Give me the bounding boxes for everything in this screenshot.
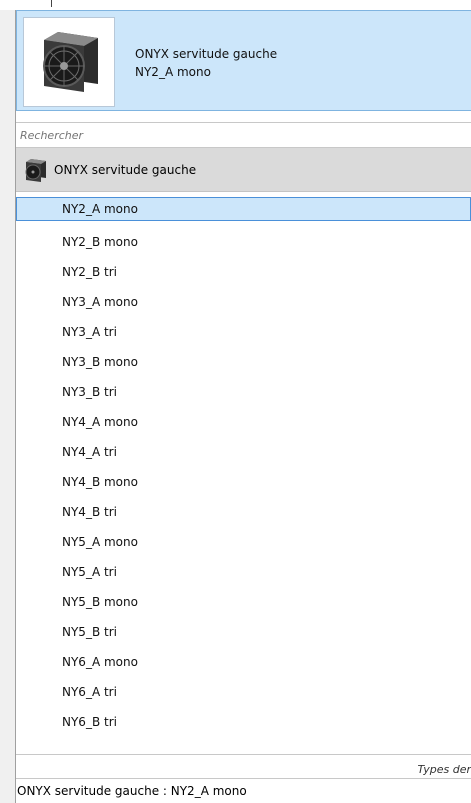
type-item[interactable]: NY6_B tri bbox=[16, 707, 471, 737]
type-item[interactable]: NY6_A mono bbox=[16, 647, 471, 677]
family-group-row[interactable]: ONYX servitude gauche bbox=[16, 148, 471, 192]
ruler-tick bbox=[51, 0, 52, 7]
type-item[interactable]: NY4_A mono bbox=[16, 407, 471, 437]
type-item[interactable]: NY5_B tri bbox=[16, 617, 471, 647]
types-label: Types der bbox=[417, 763, 471, 776]
footer-divider bbox=[16, 754, 471, 755]
search-input[interactable] bbox=[20, 127, 460, 143]
current-type-status: ONYX servitude gauche : NY2_A mono bbox=[17, 784, 247, 798]
left-gutter bbox=[0, 10, 15, 803]
type-item[interactable]: NY2_B tri bbox=[16, 257, 471, 287]
type-selector-panel: ONYX servitude gauche NY2_A mono ONYX se… bbox=[15, 10, 471, 803]
type-item[interactable]: NY5_A tri bbox=[16, 557, 471, 587]
type-item[interactable]: NY4_B tri bbox=[16, 497, 471, 527]
type-item[interactable]: NY5_B mono bbox=[16, 587, 471, 617]
fan-unit-icon bbox=[23, 17, 115, 107]
header-family-name: ONYX servitude gauche bbox=[135, 47, 278, 61]
type-item[interactable]: NY3_A tri bbox=[16, 317, 471, 347]
type-item[interactable]: NY3_B tri bbox=[16, 377, 471, 407]
type-item[interactable]: NY4_A tri bbox=[16, 437, 471, 467]
type-item[interactable]: NY5_A mono bbox=[16, 527, 471, 557]
status-bar: ONYX servitude gauche : NY2_A mono bbox=[16, 778, 471, 803]
type-item[interactable]: NY6_A tri bbox=[16, 677, 471, 707]
fan-unit-icon bbox=[21, 156, 49, 184]
type-selector-header[interactable]: ONYX servitude gauche NY2_A mono bbox=[16, 10, 471, 111]
type-item[interactable]: NY4_B mono bbox=[16, 467, 471, 497]
search-box[interactable] bbox=[16, 122, 471, 148]
top-strip bbox=[0, 0, 471, 10]
header-type-name: NY2_A mono bbox=[135, 65, 211, 79]
type-list: NY2_A mono NY2_B mono NY2_B tri NY3_A mo… bbox=[16, 197, 471, 737]
type-item[interactable]: NY2_B mono bbox=[16, 227, 471, 257]
type-item[interactable]: NY3_A mono bbox=[16, 287, 471, 317]
type-item[interactable]: NY3_B mono bbox=[16, 347, 471, 377]
type-item-selected[interactable]: NY2_A mono bbox=[16, 197, 471, 221]
family-name-label: ONYX servitude gauche bbox=[54, 163, 197, 177]
